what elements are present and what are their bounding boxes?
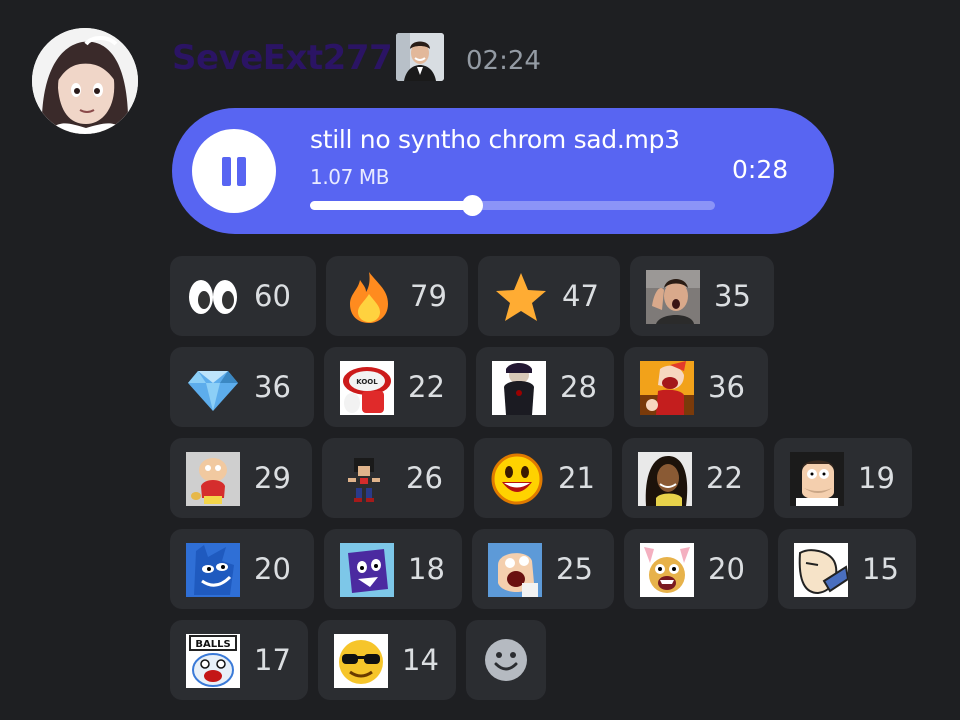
reaction-chip[interactable]: 25 <box>472 529 614 609</box>
reaction-count: 26 <box>406 461 443 495</box>
reaction-count: 15 <box>862 552 899 586</box>
reaction-count: 36 <box>708 370 745 404</box>
reaction-count: 20 <box>254 552 291 586</box>
eyes-emoji <box>186 270 240 324</box>
role-icon[interactable] <box>396 33 444 81</box>
reaction-count: 28 <box>560 370 597 404</box>
reaction-chip[interactable]: 22 <box>622 438 764 518</box>
smiley-add-reaction-icon <box>485 639 527 681</box>
audio-time: 0:28 <box>732 155 789 184</box>
reaction-chip[interactable]: 18 <box>324 529 462 609</box>
reaction-count: 35 <box>714 279 751 313</box>
reaction-count: 22 <box>706 461 743 495</box>
reaction-chip[interactable]: 36 <box>170 347 314 427</box>
cartoon-dad-emoji <box>790 452 844 506</box>
panic-character-emoji <box>640 543 694 597</box>
reaction-count: 18 <box>408 552 445 586</box>
audio-player: still no syntho chrom sad.mp3 1.07 MB 0:… <box>172 108 834 234</box>
balls-sign-emoji: BALLS <box>186 634 240 688</box>
reaction-chip[interactable]: 60 <box>170 256 316 336</box>
reaction-count: 25 <box>556 552 593 586</box>
audio-file-name[interactable]: still no syntho chrom sad.mp3 <box>310 122 680 158</box>
pause-icon <box>222 157 231 186</box>
svg-text:BALLS: BALLS <box>195 639 230 650</box>
author-name[interactable]: SeveExt277 <box>172 34 393 82</box>
reaction-chip[interactable]: 28 <box>476 347 614 427</box>
reaction-chip[interactable]: 21 <box>474 438 612 518</box>
reaction-count: 79 <box>410 279 447 313</box>
reaction-chip[interactable]: 15 <box>778 529 916 609</box>
cool-sunglasses-emoji <box>334 634 388 688</box>
add-reaction-button[interactable] <box>466 620 546 700</box>
audio-progress-fill <box>310 201 472 210</box>
pause-button[interactable] <box>192 129 276 213</box>
reaction-count: 21 <box>558 461 595 495</box>
shocked-man-emoji <box>646 270 700 324</box>
blue-creature-emoji <box>186 543 240 597</box>
screaming-dad-emoji <box>488 543 542 597</box>
reaction-count: 19 <box>858 461 895 495</box>
reaction-count: 14 <box>402 643 439 677</box>
reaction-chip[interactable]: 19 <box>774 438 912 518</box>
reaction-chip[interactable]: KOOL 22 <box>324 347 466 427</box>
reaction-chip[interactable]: 29 <box>170 438 312 518</box>
kool-aid-emoji: KOOL <box>340 361 394 415</box>
audio-file-size: 1.07 MB <box>310 165 390 189</box>
dark-character-emoji <box>492 361 546 415</box>
reaction-chip[interactable]: BALLS 17 <box>170 620 308 700</box>
reaction-count: 20 <box>708 552 745 586</box>
audio-progress-handle[interactable] <box>462 195 483 216</box>
sketch-face-emoji <box>794 543 848 597</box>
author-avatar[interactable] <box>32 28 138 134</box>
reaction-chip[interactable]: 36 <box>624 347 768 427</box>
pause-icon-bar <box>237 157 246 186</box>
reaction-count: 47 <box>562 279 599 313</box>
reaction-count: 29 <box>254 461 291 495</box>
reaction-count: 60 <box>254 279 291 313</box>
star-emoji <box>494 270 548 324</box>
message-timestamp: 02:24 <box>466 46 541 76</box>
reaction-chip[interactable]: 14 <box>318 620 456 700</box>
svg-text:KOOL: KOOL <box>356 378 378 386</box>
reaction-chip[interactable]: 47 <box>478 256 620 336</box>
laughing-clown-emoji <box>640 361 694 415</box>
curly-hair-man-emoji <box>638 452 692 506</box>
reaction-chip[interactable]: 20 <box>170 529 314 609</box>
reaction-count: 17 <box>254 643 291 677</box>
reaction-chip[interactable]: 35 <box>630 256 774 336</box>
pixel-fighter-emoji <box>338 452 392 506</box>
purple-block-emoji <box>340 543 394 597</box>
reaction-chip[interactable]: 26 <box>322 438 464 518</box>
reaction-chip[interactable]: 20 <box>624 529 768 609</box>
reaction-chip[interactable]: 79 <box>326 256 468 336</box>
audio-progress-slider[interactable] <box>310 195 715 216</box>
reaction-count: 36 <box>254 370 291 404</box>
fire-emoji <box>342 270 396 324</box>
cartoon-baby-emoji <box>186 452 240 506</box>
gem-emoji <box>186 361 240 415</box>
reaction-count: 22 <box>408 370 445 404</box>
grinning-face-emoji <box>490 452 544 506</box>
chat-message: SeveExt277 02:24 still no syntho chrom s… <box>0 0 960 720</box>
